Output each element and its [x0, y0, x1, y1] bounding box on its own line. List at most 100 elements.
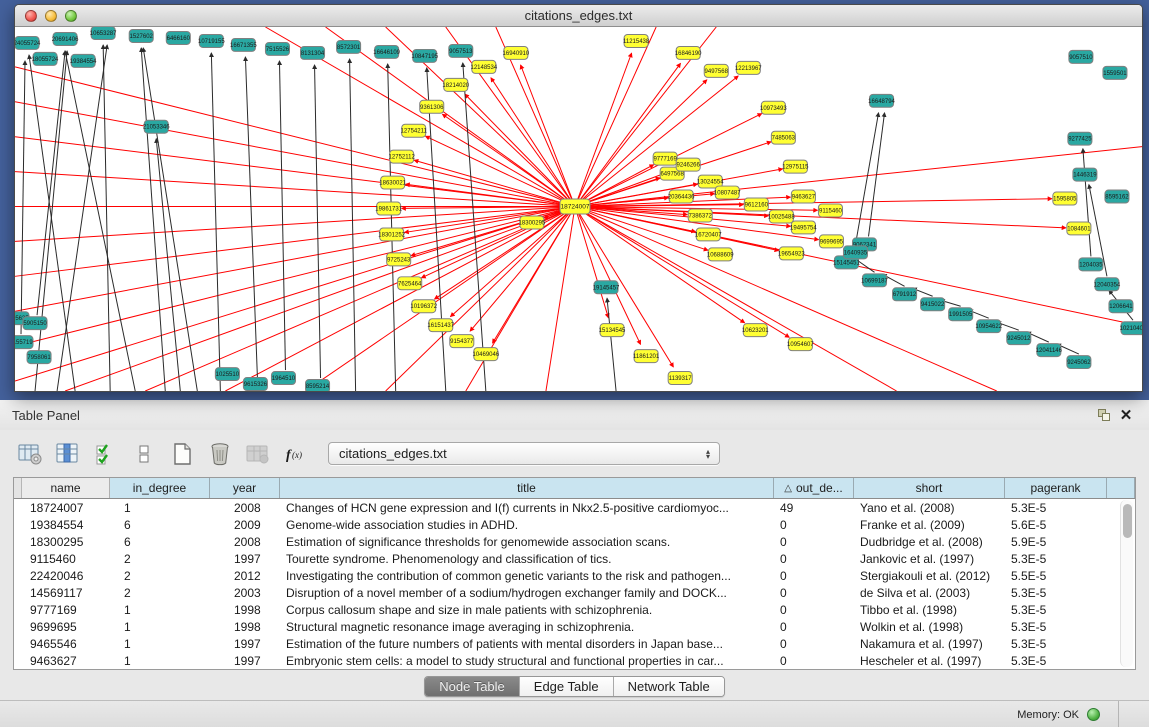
cell-year[interactable]: 1998 [210, 620, 280, 634]
cell-in_degree[interactable]: 1 [110, 637, 210, 651]
cell-name[interactable]: 9777169 [22, 603, 110, 617]
graph-node[interactable]: 10196372 [410, 300, 437, 313]
graph-node[interactable]: 10469046 [472, 348, 499, 361]
cell-name[interactable]: 9699695 [22, 620, 110, 634]
graph-node[interactable]: 16648794 [868, 94, 895, 107]
cell-year[interactable]: 2008 [210, 501, 280, 515]
graph-node[interactable]: 20364436 [668, 190, 695, 203]
graph-node[interactable]: 6466160 [166, 31, 190, 44]
minimize-window-button[interactable] [45, 10, 57, 22]
cell-name[interactable]: 18300295 [22, 535, 110, 549]
graph-node[interactable]: 19145457 [593, 281, 620, 294]
table-row[interactable]: 1938455462009Genome-wide association stu… [14, 516, 1135, 533]
graph-node[interactable]: 8131304 [301, 46, 325, 59]
cell-name[interactable]: 9465546 [22, 637, 110, 651]
table-row[interactable]: 977716911998Corpus callosum shape and si… [14, 601, 1135, 618]
table-vertical-scrollbar[interactable] [1120, 500, 1133, 667]
cell-short[interactable]: Hescheler et al. (1997) [854, 654, 1005, 668]
graph-node[interactable]: 9699695 [819, 235, 843, 248]
show-columns-button[interactable] [52, 438, 84, 470]
graph-node[interactable]: 7386372 [688, 209, 712, 222]
cell-name[interactable]: 14569117 [22, 586, 110, 600]
graph-node[interactable]: 19384554 [70, 54, 97, 67]
table-selector-dropdown[interactable]: citations_edges.txt ▴▾ [328, 442, 720, 465]
cell-title[interactable]: Estimation of the future numbers of pati… [280, 637, 774, 651]
cell-out_degree[interactable]: 0 [774, 654, 854, 668]
graph-node[interactable]: 12148534 [470, 60, 497, 73]
tab-edge-table[interactable]: Edge Table [520, 677, 614, 696]
cell-pagerank[interactable]: 5.9E-5 [1005, 535, 1107, 549]
graph-node[interactable]: 12041146 [1036, 344, 1063, 357]
graph-node[interactable]: 18214020 [442, 78, 469, 91]
table-row[interactable]: 911546021997Tourette syndrome. Phenomeno… [14, 550, 1135, 567]
cell-pagerank[interactable]: 5.3E-5 [1005, 586, 1107, 600]
cell-in_degree[interactable]: 2 [110, 552, 210, 566]
cell-short[interactable]: Jankovic et al. (1997) [854, 552, 1005, 566]
graph-node[interactable]: 19861731 [375, 202, 402, 215]
graph-node[interactable]: 1139317 [668, 372, 692, 385]
scrollbar-thumb[interactable] [1123, 504, 1132, 538]
graph-node[interactable]: 9245062 [1067, 356, 1091, 369]
cell-out_degree[interactable]: 0 [774, 535, 854, 549]
table-row[interactable]: 1830029562008Estimation of significance … [14, 533, 1135, 550]
graph-node[interactable]: 12040354 [1094, 278, 1121, 291]
graph-node[interactable]: 16671355 [230, 38, 257, 51]
cell-name[interactable]: 9115460 [22, 552, 110, 566]
cell-short[interactable]: Wolkin et al. (1998) [854, 620, 1005, 634]
table-row[interactable]: 946362711997Embryonic stem cells: a mode… [14, 652, 1135, 669]
function-builder-button[interactable]: f(x) [280, 438, 312, 470]
tab-network-table[interactable]: Network Table [614, 677, 724, 696]
graph-node[interactable]: 18630021 [379, 176, 406, 189]
cell-pagerank[interactable]: 5.3E-5 [1005, 620, 1107, 634]
graph-node[interactable]: 10653287 [90, 27, 117, 39]
graph-node[interactable]: 7625464 [398, 277, 422, 290]
cell-year[interactable]: 2009 [210, 518, 280, 532]
graph-node[interactable]: 12213967 [735, 61, 762, 74]
cell-out_degree[interactable]: 0 [774, 586, 854, 600]
cell-short[interactable]: Tibbo et al. (1998) [854, 603, 1005, 617]
column-header-name[interactable]: name [22, 478, 110, 498]
graph-node[interactable]: 9057513 [449, 44, 473, 57]
graph-node[interactable]: 10954607 [787, 338, 814, 351]
graph-node[interactable]: 1559501 [1103, 66, 1127, 79]
cell-out_degree[interactable]: 0 [774, 518, 854, 532]
graph-node[interactable]: 20691406 [52, 32, 79, 45]
graph-node[interactable]: 9777169 [653, 152, 677, 165]
table-row[interactable]: 1872400712008Changes of HCN gene express… [14, 499, 1135, 516]
graph-node[interactable]: 9155719 [15, 336, 33, 349]
graph-node[interactable]: 9057510 [1069, 50, 1093, 63]
delete-column-button[interactable] [204, 438, 236, 470]
graph-node[interactable]: 9497568 [704, 64, 728, 77]
cell-pagerank[interactable]: 5.3E-5 [1005, 654, 1107, 668]
graph-node[interactable]: 10210405 [1120, 322, 1142, 335]
graph-node[interactable]: 21053346 [143, 120, 170, 133]
graph-node[interactable]: 10699187 [861, 274, 888, 287]
graph-node[interactable]: 9612160 [744, 198, 768, 211]
select-all-button[interactable] [90, 438, 122, 470]
cell-title[interactable]: Disruption of a novel member of a sodium… [280, 586, 774, 600]
graph-node[interactable]: 9615326 [243, 378, 267, 391]
cell-title[interactable]: Structural magnetic resonance image aver… [280, 620, 774, 634]
cell-pagerank[interactable]: 5.3E-5 [1005, 603, 1107, 617]
network-window[interactable]: citations_edges.txt 24055724 20691406 10… [14, 4, 1143, 392]
graph-node[interactable]: 10688609 [707, 248, 734, 261]
create-column-button[interactable] [166, 438, 198, 470]
cell-in_degree[interactable]: 2 [110, 586, 210, 600]
graph-node[interactable]: 5905150 [23, 317, 47, 330]
cell-name[interactable]: 18724007 [22, 501, 110, 515]
cell-year[interactable]: 1997 [210, 654, 280, 668]
network-window-titlebar[interactable]: citations_edges.txt [15, 5, 1142, 27]
cell-short[interactable]: de Silva et al. (2003) [854, 586, 1005, 600]
graph-node[interactable]: 15134545 [599, 324, 626, 337]
cell-name[interactable]: 19384554 [22, 518, 110, 532]
graph-node[interactable]: 18724007 [560, 199, 590, 214]
graph-node[interactable]: 1991505 [949, 308, 973, 321]
cell-in_degree[interactable]: 6 [110, 518, 210, 532]
column-header-out_degree[interactable]: △out_de... [774, 478, 854, 498]
graph-node[interactable]: 9277425 [1068, 132, 1092, 145]
graph-node[interactable]: 10807487 [714, 186, 741, 199]
cell-year[interactable]: 1998 [210, 603, 280, 617]
cell-out_degree[interactable]: 0 [774, 620, 854, 634]
graph-node[interactable]: 8595162 [1105, 190, 1129, 203]
graph-node[interactable]: 7958061 [27, 351, 51, 364]
